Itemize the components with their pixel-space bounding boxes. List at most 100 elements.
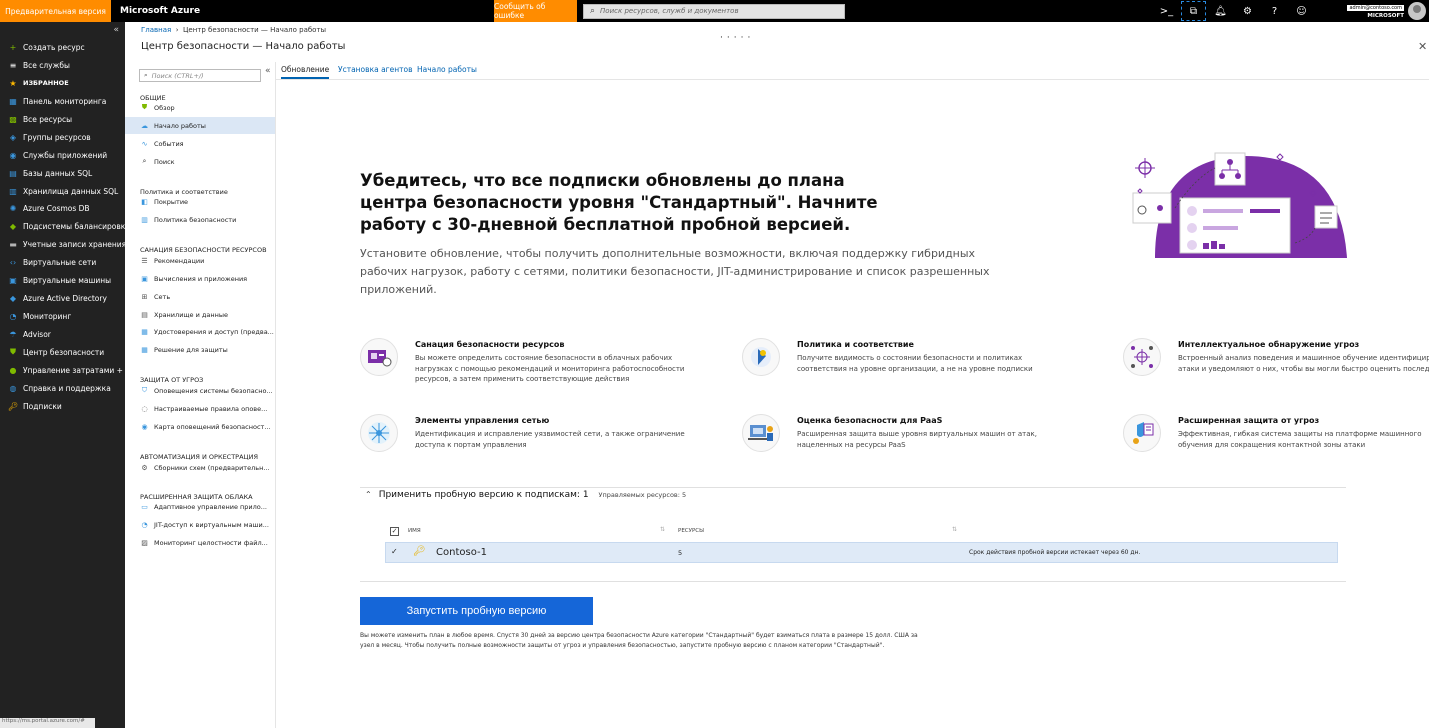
nav-item-label: Базы данных SQL xyxy=(23,168,93,178)
menu-item-0-2[interactable]: ∿ События xyxy=(125,135,275,152)
divider xyxy=(360,487,1346,488)
report-bug-button[interactable]: Сообщить об ошибке xyxy=(494,0,577,22)
nav-item-4[interactable]: ▦ Панель мониторинга xyxy=(0,92,125,110)
apply-trial-section-header[interactable]: ⌃ Применить пробную версию к подпискам: … xyxy=(365,490,686,500)
menu-item-0-0[interactable]: ⛊ Обзор xyxy=(125,99,275,116)
settings-gear-icon[interactable]: ⚙ xyxy=(1234,0,1261,22)
select-all-checkbox[interactable]: ✓ xyxy=(390,527,399,536)
table-row[interactable]: ✓ 🔑︎ Contoso-1 5 Срок действия пробной в… xyxy=(385,542,1338,563)
compute-icon: ▣ xyxy=(141,274,148,283)
menu-item-1-1[interactable]: ▥ Политика безопасности xyxy=(125,211,275,228)
avatar[interactable] xyxy=(1408,2,1426,20)
nav-item-label: Advisor xyxy=(23,329,51,339)
nav-item-label: Подписки xyxy=(23,401,62,411)
row-checkmark-icon[interactable]: ✓ xyxy=(391,547,398,556)
sort-icon[interactable]: ⇅ xyxy=(660,526,665,533)
start-trial-button[interactable]: Запустить пробную версию xyxy=(360,597,593,625)
close-icon[interactable]: ✕ xyxy=(1418,40,1427,53)
apply-trial-label: Применить пробную версию к подпискам: 1 xyxy=(378,490,589,500)
network-control-icon xyxy=(360,414,398,452)
subscription-key-icon: 🔑︎ xyxy=(413,546,426,557)
alert-icon: ⛉ xyxy=(141,386,148,394)
table-header: ✓ ИМЯ ⇅ РЕСУРСЫ ⇅ xyxy=(385,524,1338,540)
solution-icon: ▦ xyxy=(141,345,148,354)
nav-item-10[interactable]: ✺ Azure Cosmos DB xyxy=(0,199,125,217)
nav-item-21[interactable]: 🔑︎ Подписки xyxy=(0,397,125,415)
account-info[interactable]: admin@contoso.com MICROSOFT xyxy=(1324,2,1404,19)
column-header-resources[interactable]: РЕСУРСЫ xyxy=(678,528,704,534)
tab-upgrade[interactable]: Обновление xyxy=(281,65,330,79)
nav-item-11[interactable]: ◆ Подсистемы балансировки ... xyxy=(0,217,125,235)
nav-item-16[interactable]: ◔ Мониторинг xyxy=(0,307,125,325)
nav-item-6[interactable]: ◈ Группы ресурсов xyxy=(0,128,125,146)
nav-item-9[interactable]: ▥ Хранилища данных SQL xyxy=(0,182,125,200)
collapse-menu-icon[interactable]: « xyxy=(265,66,271,76)
sort-icon[interactable]: ⇅ xyxy=(952,526,957,533)
menu-item-label: Поиск xyxy=(154,157,175,166)
nav-item-17[interactable]: ☂ Advisor xyxy=(0,325,125,343)
feature-description: Расширенная защита выше уровня виртуальн… xyxy=(797,430,1038,449)
nav-item-2[interactable]: ≡ Все службы xyxy=(0,56,125,74)
menu-item-4-0[interactable]: ⚙ Сборники схем (предварительн... xyxy=(125,459,275,476)
global-search-input[interactable]: ⌕ Поиск ресурсов, служб и документов xyxy=(583,3,845,19)
feature-title: Оценка безопасности для PaaS xyxy=(797,416,943,425)
menu-search-input[interactable]: ⌕ Поиск (CTRL+/) xyxy=(139,69,261,82)
nav-item-label: Azure Active Directory xyxy=(23,293,107,303)
brand-title[interactable]: Microsoft Azure xyxy=(111,6,494,16)
threat-detection-icon xyxy=(1123,338,1161,376)
balancer-icon: ◆ xyxy=(9,221,17,231)
feature-description: Идентификация и исправление уязвимостей … xyxy=(415,430,685,449)
menu-item-3-1[interactable]: ◌ Настраиваемые правила опове... xyxy=(125,400,275,417)
cosmos-icon: ✺ xyxy=(9,203,17,213)
nav-item-18[interactable]: ⛊ Центр безопасности xyxy=(0,343,125,361)
nav-item-12[interactable]: ▬ Учетные записи хранения xyxy=(0,235,125,253)
nav-item-15[interactable]: ◆ Azure Active Directory xyxy=(0,289,125,307)
column-header-name[interactable]: ИМЯ xyxy=(408,528,421,534)
menu-item-2-2[interactable]: ⊞ Сеть xyxy=(125,288,275,305)
menu-item-2-5[interactable]: ▦ Решение для защиты xyxy=(125,341,275,358)
menu-item-3-0[interactable]: ⛉ Оповещения системы безопасно... xyxy=(125,382,275,399)
feature-description: Встроенный анализ поведения и машинное о… xyxy=(1178,354,1429,373)
directory-filter-icon[interactable]: ⧉ xyxy=(1180,0,1207,22)
menu-item-5-1[interactable]: ◔ JIT-доступ к виртуальным маши... xyxy=(125,516,275,533)
nav-item-20[interactable]: ◍ Справка и поддержка xyxy=(0,379,125,397)
menu-item-0-1[interactable]: ☁ Начало работы xyxy=(125,117,275,134)
help-question-icon[interactable]: ? xyxy=(1261,0,1288,22)
menu-item-5-0[interactable]: ▭ Адаптивное управление прило... xyxy=(125,498,275,515)
menu-item-2-1[interactable]: ▣ Вычисления и приложения xyxy=(125,270,275,287)
cloud-shell-icon[interactable]: >_ xyxy=(1153,0,1180,22)
nav-item-14[interactable]: ▣ Виртуальные машины xyxy=(0,271,125,289)
menu-item-2-3[interactable]: ▤ Хранилище и данные xyxy=(125,306,275,323)
nav-item-8[interactable]: ▤ Базы данных SQL xyxy=(0,164,125,182)
collapse-nav-icon[interactable]: « xyxy=(113,25,119,35)
preview-badge[interactable]: Предварительная версия xyxy=(0,0,111,22)
tab-getting-started[interactable]: Начало работы xyxy=(417,65,477,77)
menu-item-label: Политика безопасности xyxy=(154,215,237,224)
nav-item-7[interactable]: ◉ Службы приложений xyxy=(0,146,125,164)
tab-install-agents[interactable]: Установка агентов xyxy=(338,65,413,77)
menu-item-2-4[interactable]: ▦ Удостоверения и доступ (предва... xyxy=(125,323,275,340)
nav-item-19[interactable]: ● Управление затратами + в... xyxy=(0,361,126,379)
blade-menu: ⌕ Поиск (CTRL+/) « ОБЩИЕ ⛊ Обзор ☁ Начало ра… xyxy=(125,62,276,728)
menu-item-2-0[interactable]: ☰ Рекомендации xyxy=(125,252,275,269)
menu-item-label: Адаптивное управление прило... xyxy=(154,502,267,511)
remediation-icon xyxy=(360,338,398,376)
chevron-up-icon[interactable]: ⌃ xyxy=(365,490,372,499)
nav-item-13[interactable]: ‹› Виртуальные сети xyxy=(0,253,125,271)
managed-resources-label: Управляемых ресурсов: 5 xyxy=(598,491,687,499)
feedback-smiley-icon[interactable]: ☺ xyxy=(1288,0,1315,22)
menu-item-3-2[interactable]: ◉ Карта оповещений безопасност... xyxy=(125,418,275,435)
menu-item-label: Настраиваемые правила опове... xyxy=(154,404,268,413)
paas-icon xyxy=(742,414,780,452)
jit-icon: ◔ xyxy=(141,520,148,529)
menu-item-1-0[interactable]: ◧ Покрытие xyxy=(125,193,275,210)
nav-item-label: Службы приложений xyxy=(23,150,108,160)
menu-item-label: JIT-доступ к виртуальным маши... xyxy=(154,520,269,529)
sql-icon: ▤ xyxy=(9,168,17,178)
breadcrumb-home-link[interactable]: Главная xyxy=(141,26,171,34)
notifications-bell-icon[interactable]: 🔔︎ xyxy=(1207,0,1234,22)
nav-item-1[interactable]: + Создать ресурс xyxy=(0,38,125,56)
nav-item-5[interactable]: ▩ Все ресурсы xyxy=(0,110,125,128)
menu-item-5-2[interactable]: ▨ Мониторинг целостности файл... xyxy=(125,534,275,551)
menu-item-0-3[interactable]: ⌕ Поиск xyxy=(125,153,275,170)
